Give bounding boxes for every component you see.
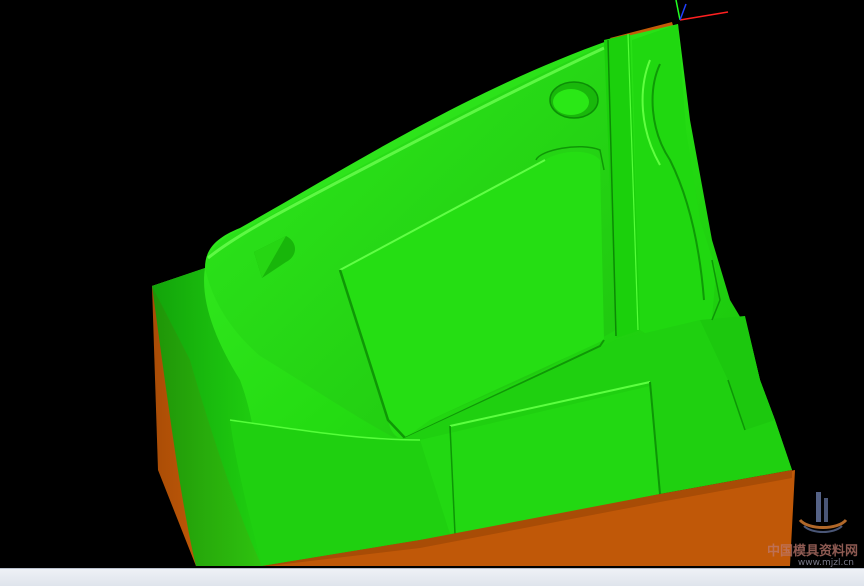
3d-viewport[interactable]: 中国模具资料网 www.mjzl.cn [0, 0, 864, 568]
axis-y-line [675, 0, 681, 21]
axis-triad [675, 0, 729, 21]
axis-z-line [679, 3, 687, 21]
cad-model-render [152, 0, 795, 566]
watermark-url: www.mjzl.cn [797, 558, 854, 568]
bottom-status-bar [0, 568, 864, 586]
axis-x-line [679, 11, 729, 21]
watermark-title: 中国模具资料网 [766, 544, 858, 559]
